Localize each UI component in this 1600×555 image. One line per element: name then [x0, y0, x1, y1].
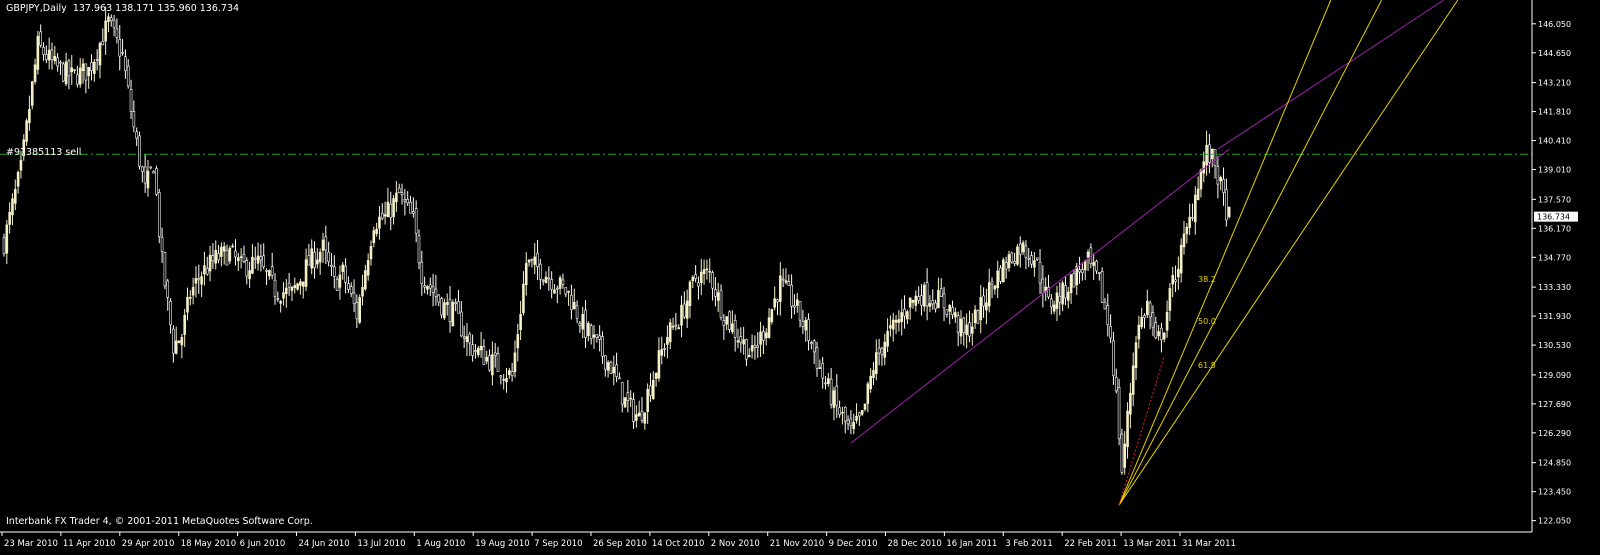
- candle: [451, 299, 455, 327]
- time-tick-label: 23 Mar 2010: [4, 539, 58, 549]
- candle: [999, 265, 1002, 284]
- time-tick-label: 24 Jun 2010: [299, 539, 350, 549]
- time-tick-label: 22 Feb 2011: [1064, 539, 1117, 549]
- candle: [163, 251, 167, 290]
- price-tick-label: 126.290: [1538, 429, 1571, 438]
- price-tick-label: 136.170: [1538, 224, 1571, 233]
- candle: [296, 282, 299, 291]
- price-tick-label: 146.050: [1538, 20, 1571, 29]
- price-tick-label: 122.050: [1538, 517, 1571, 526]
- price-tick-label: 143.210: [1538, 79, 1571, 88]
- symbol-label: GBPJPY,Daily: [6, 3, 67, 14]
- candle: [976, 309, 980, 324]
- candle: [1227, 206, 1231, 219]
- time-tick-label: 29 Apr 2010: [122, 539, 175, 549]
- price-tick-label: 131.930: [1538, 312, 1571, 321]
- time-tick-label: 7 Sep 2010: [534, 539, 582, 549]
- fib-level-label: 50.0: [1198, 317, 1216, 326]
- time-tick-label: 16 Jan 2011: [946, 539, 997, 549]
- price-tick-label: 140.410: [1538, 137, 1571, 146]
- price-tick-label: 123.450: [1538, 488, 1571, 497]
- order-line-label: #97385113 sell: [6, 147, 82, 158]
- time-tick-label: 18 May 2010: [181, 539, 236, 549]
- price-tick-label: 124.850: [1538, 459, 1571, 468]
- candle: [177, 340, 181, 344]
- time-tick-label: 3 Feb 2011: [1005, 539, 1053, 549]
- price-axis: 146.050 144.650 143.210 141.810 140.410 139.0…: [1531, 0, 1578, 532]
- price-tick-label: 139.010: [1538, 166, 1571, 175]
- time-tick-label: 31 Mar 2011: [1182, 539, 1236, 549]
- price-tick-label: 127.690: [1538, 400, 1571, 409]
- candle: [25, 118, 28, 146]
- time-tick-label: 19 Aug 2010: [475, 539, 529, 549]
- time-tick-label: 2 Nov 2010: [711, 539, 760, 549]
- fib-level-label: 38.2: [1198, 275, 1216, 284]
- candle: [1002, 257, 1005, 283]
- price-tick-label: 137.570: [1538, 195, 1571, 204]
- candle: [440, 296, 443, 319]
- price-tick-label: 130.530: [1538, 341, 1571, 350]
- current-price-label: 136.734: [1537, 213, 1570, 222]
- candle: [609, 360, 613, 374]
- time-tick-label: 28 Dec 2010: [888, 539, 942, 549]
- candle: [1010, 251, 1014, 264]
- price-tick-label: 134.770: [1538, 253, 1571, 262]
- price-tick-label: 144.650: [1538, 49, 1571, 58]
- price-chart[interactable]: 38.2 50.0 61.8 146.050 144.650 143.210 141.81…: [0, 0, 1600, 555]
- time-tick-label: 6 Jun 2010: [240, 539, 286, 549]
- candle: [1117, 378, 1121, 446]
- fib-level-label: 61.8: [1198, 361, 1216, 370]
- candle: [138, 131, 141, 170]
- time-tick-label: 11 Apr 2010: [63, 539, 116, 549]
- candle: [30, 80, 34, 110]
- candle: [155, 165, 158, 197]
- candle: [157, 188, 161, 244]
- chart-header: GBPJPY,Daily 137.963 138.171 135.960 136…: [6, 3, 239, 14]
- candle: [1100, 267, 1104, 303]
- copyright-text: Interbank FX Trader 4, © 2001-2011 MetaQ…: [6, 516, 313, 527]
- price-tick-label: 141.810: [1538, 108, 1571, 117]
- time-tick-label: 14 Oct 2010: [652, 539, 705, 549]
- candle: [623, 397, 627, 408]
- chart-background: [0, 0, 1532, 532]
- candle: [61, 61, 65, 83]
- time-tick-label: 26 Sep 2010: [593, 539, 647, 549]
- time-tick-label: 13 Mar 2011: [1123, 539, 1177, 549]
- candle: [358, 294, 361, 325]
- time-tick-label: 13 Jul 2010: [357, 539, 405, 549]
- candle: [36, 30, 40, 75]
- time-axis: 23 Mar 2010 11 Apr 2010 29 Apr 2010 18 May …: [0, 531, 1532, 549]
- time-tick-label: 21 Nov 2010: [770, 539, 824, 549]
- candle: [1016, 243, 1019, 266]
- time-tick-label: 1 Aug 2010: [416, 539, 465, 549]
- price-tick-label: 133.330: [1538, 283, 1571, 292]
- ohlc-values: 137.963 138.171 135.960 136.734: [72, 3, 240, 14]
- candle: [728, 310, 731, 333]
- candle: [1120, 428, 1124, 475]
- time-tick-label: 9 Dec 2010: [829, 539, 878, 549]
- price-tick-label: 129.090: [1538, 371, 1571, 380]
